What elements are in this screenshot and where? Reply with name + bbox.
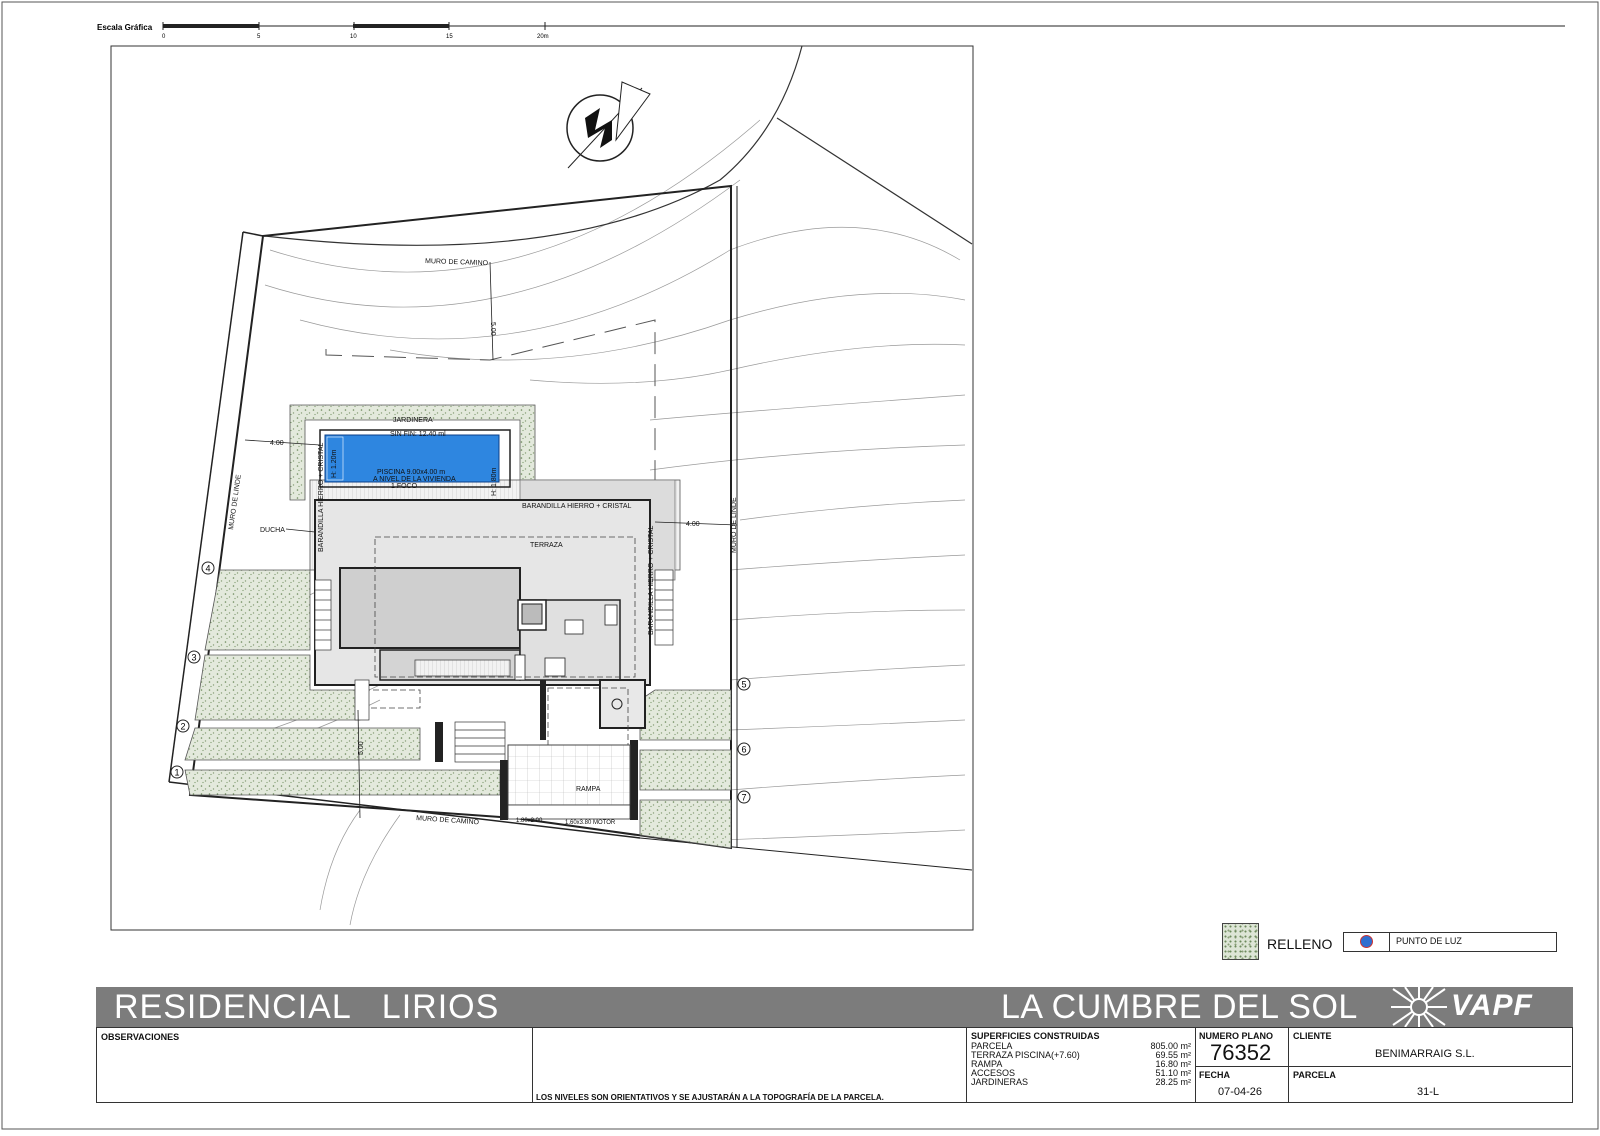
scale-tick-15: 15 — [446, 34, 453, 40]
logo-text: VAPF — [1451, 989, 1533, 1022]
label-dim-400-left: 4.00 — [270, 440, 284, 447]
parcela-header: PARCELA — [1293, 1070, 1336, 1080]
label-puerta-2: 1.60x3.80 MOTOR — [565, 820, 616, 826]
label-h-120: H: 1.20m — [331, 449, 338, 478]
label-rampa: RAMPA — [576, 786, 601, 793]
graphic-scale: Escala Gráfica 0 5 10 15 20m — [97, 22, 1565, 40]
niveles-note: LOS NIVELES SON ORIENTATIVOS Y SE AJUSTA… — [536, 1093, 884, 1102]
label-jardinera: JARDINERA — [393, 417, 433, 424]
label-barandilla-top: BARANDILLA HIERRO + CRISTAL — [522, 503, 631, 510]
nota-cell: LOS NIVELES SON ORIENTATIVOS Y SE AJUSTA… — [533, 1028, 967, 1102]
marker-1: 1 — [170, 765, 184, 779]
location-title: LA CUMBRE DEL SOL — [1001, 988, 1358, 1026]
title-band: RESIDENCIAL LIRIOS LA CUMBRE DEL SOL VAP… — [96, 987, 1573, 1027]
label-piscina-1: PISCINA 9.00x4.00 m — [377, 469, 445, 476]
svg-text:2: 2 — [181, 722, 186, 732]
marker-3: 3 — [187, 650, 201, 664]
label-piscina-2: A NIVEL DE LA VIVIENDA — [373, 476, 456, 483]
label-ducha: DUCHA — [260, 527, 285, 534]
project-title: RESIDENCIAL LIRIOS — [114, 988, 500, 1026]
legend-punto-luz-label: PUNTO DE LUZ — [1396, 936, 1462, 946]
svg-text:4: 4 — [206, 564, 211, 574]
label-terraza: TERRAZA — [530, 542, 563, 549]
marker-4: 4 — [201, 561, 215, 575]
light-point-icon — [1360, 935, 1373, 948]
scale-tick-0: 0 — [162, 34, 166, 40]
sun-logo-icon — [1391, 987, 1447, 1027]
scale-title: Escala Gráfica — [97, 23, 153, 32]
label-dim-500-top: 5.00 — [489, 322, 496, 336]
parcela-value: 31-L — [1417, 1086, 1440, 1098]
svg-text:1: 1 — [175, 768, 180, 778]
marker-5: 5 — [737, 677, 751, 691]
label-sin-fin: SIN FIN: 12.40 ml — [390, 431, 446, 438]
legend-punto-luz-box — [1344, 933, 1390, 951]
drawing-sheet: Escala Gráfica 0 5 10 15 20m 1 2 3 4 5 6… — [0, 0, 1600, 1131]
svg-text:3: 3 — [192, 653, 197, 663]
fecha-header: FECHA — [1199, 1070, 1230, 1080]
cliente-parcela-cell: CLIENTE BENIMARRAIG S.L. PARCELA 31-L — [1289, 1028, 1571, 1102]
label-barandilla-left: BARANDILLA HIERRO + CRISTAL — [318, 443, 325, 552]
label-dim-400-right: 4.00 — [686, 521, 700, 528]
svg-text:7: 7 — [742, 793, 747, 803]
site-plan-svg: Escala Gráfica 0 5 10 15 20m 1 2 3 4 5 6… — [1, 1, 1599, 1130]
sup-jardineras-value: 28.25 m² — [1155, 1077, 1191, 1087]
label-h-180: H: 1.80m — [491, 467, 498, 496]
sup-jardineras-label: JARDINERAS — [971, 1077, 1029, 1087]
label-barandilla-right: BARANDILLA HIERRO + CRISTAL — [648, 526, 655, 635]
numero-plano-value: 76352 — [1210, 1040, 1272, 1065]
label-piscina-3: 1 FOCO — [391, 483, 418, 490]
cliente-header: CLIENTE — [1293, 1031, 1332, 1041]
marker-6: 6 — [737, 742, 751, 756]
fecha-value: 07-04-26 — [1218, 1086, 1263, 1098]
cliente-value: BENIMARRAIG S.L. — [1375, 1048, 1475, 1060]
observaciones-cell: OBSERVACIONES — [97, 1028, 533, 1102]
svg-text:5: 5 — [742, 680, 747, 690]
legend-punto-luz: PUNTO DE LUZ — [1343, 932, 1557, 952]
legend-relleno-label: RELLENO — [1267, 936, 1333, 952]
company-logo: VAPF — [1391, 987, 1573, 1027]
label-puerta-1: 1.80x2.00 — [516, 818, 543, 824]
observaciones-header: OBSERVACIONES — [101, 1032, 180, 1042]
label-muro-linde-right: MURO DE LINDE — [731, 497, 738, 553]
scale-tick-20: 20m — [537, 34, 549, 40]
marker-2: 2 — [176, 719, 190, 733]
plano-fecha-cell: NUMERO PLANO 76352 FECHA 07-04-26 — [1196, 1028, 1289, 1102]
scale-tick-10: 10 — [350, 34, 357, 40]
svg-text:6: 6 — [742, 745, 747, 755]
scale-tick-5: 5 — [257, 34, 261, 40]
legend-relleno-swatch — [1222, 923, 1259, 960]
info-table: OBSERVACIONES LOS NIVELES SON ORIENTATIV… — [96, 1027, 1573, 1103]
label-dim-500-bottom: 5.00 — [358, 741, 365, 755]
superficies-cell: SUPERFICIES CONSTRUIDAS PARCELA 805.00 m… — [967, 1028, 1196, 1102]
superficies-header: SUPERFICIES CONSTRUIDAS — [971, 1031, 1100, 1041]
marker-7: 7 — [737, 790, 751, 804]
